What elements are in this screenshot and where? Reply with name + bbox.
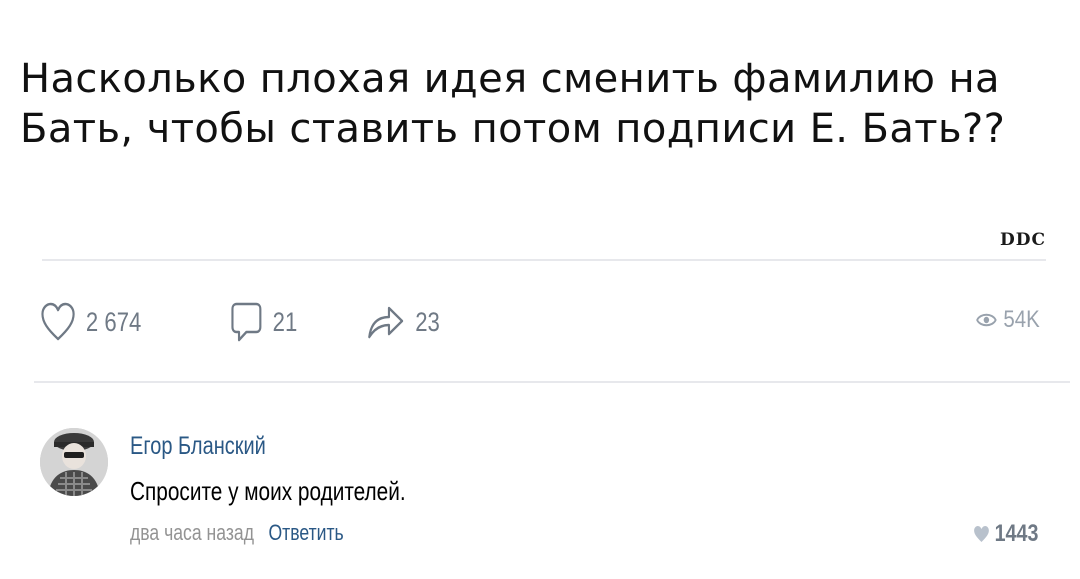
- comment-time: два часа назад: [130, 520, 254, 545]
- share-button[interactable]: 23: [366, 300, 440, 344]
- like-count: 2 674: [85, 306, 142, 337]
- comment-icon: [231, 302, 262, 342]
- eye-icon: [976, 313, 997, 327]
- share-count: 23: [415, 306, 440, 337]
- share-icon: [368, 306, 404, 339]
- comment-like-button[interactable]: 1443: [973, 520, 1038, 548]
- divider: [34, 381, 1070, 383]
- avatar[interactable]: [40, 428, 108, 496]
- comment-count: 21: [272, 306, 298, 337]
- heart-filled-icon: [973, 526, 989, 542]
- comment-meta: два часа назад Ответить: [130, 520, 344, 546]
- like-button[interactable]: 2 674: [40, 300, 141, 344]
- reply-button[interactable]: Ответить: [268, 520, 343, 545]
- views-counter: 54K: [976, 306, 1040, 334]
- comment-text: Спросите у моих родителей.: [130, 476, 406, 506]
- comment-like-count: 1443: [994, 520, 1038, 547]
- post-text: Насколько плохая идея сменить фамилию на…: [20, 56, 1006, 152]
- comment-author[interactable]: Егор Бланский: [130, 432, 266, 461]
- watermark-logo: DDC: [999, 230, 1046, 250]
- heart-icon: [41, 302, 75, 341]
- divider: [42, 259, 1046, 261]
- comment-button[interactable]: 21: [230, 300, 297, 344]
- avatar-image: [40, 428, 108, 496]
- views-count: 54K: [1003, 306, 1040, 333]
